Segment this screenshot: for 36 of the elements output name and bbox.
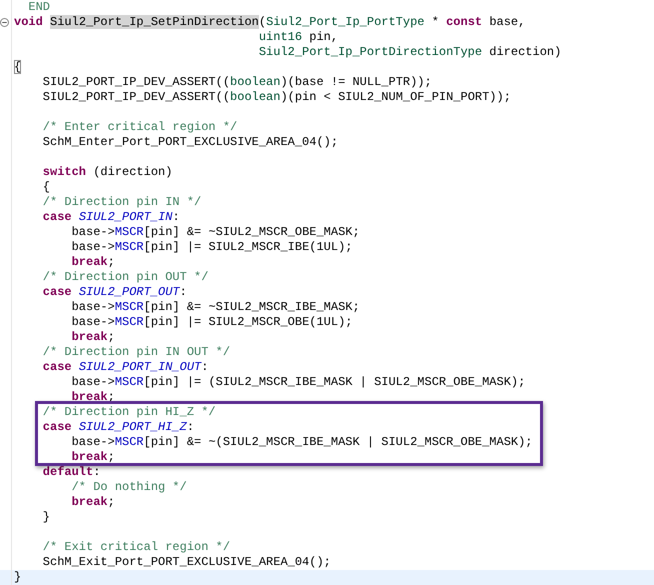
code-line: SIUL2_PORT_IP_DEV_ASSERT((boolean)(pin < SIUL2_NUM_OF_PIN_PORT));	[42, 90, 511, 105]
code-line: case SIUL2_PORT_IN:	[42, 210, 180, 225]
code-line: void Siul2_Port_Ip_SetPinDirection(Siul2_Port_Ip_PortType * const base,	[14, 15, 526, 30]
code-line: /* Enter critical region */	[42, 120, 238, 135]
code-line: END	[27, 0, 50, 15]
code-line: case SIUL2_PORT_IN_OUT:	[42, 360, 208, 375]
code-line: SIUL2_PORT_IP_DEV_ASSERT((boolean)(base != NULL_PTR));	[42, 75, 432, 90]
code-line: base->MSCR[pin] &= ~SIUL2_MSCR_IBE_MASK;	[70, 300, 360, 315]
code-line: base->MSCR[pin] &= ~SIUL2_MSCR_OBE_MASK;	[70, 225, 360, 240]
code-line: {	[42, 180, 50, 195]
code-line: base->MSCR[pin] |= (SIUL2_MSCR_IBE_MASK | SIUL2_MSCR_OBE_MASK);	[70, 375, 526, 390]
code-line: /* Direction pin IN OUT */	[42, 345, 230, 360]
code-line: /* Direction pin HI_Z */	[42, 405, 216, 420]
code-line: Siul2_Port_Ip_PortDirectionType direction)	[258, 45, 562, 60]
code-line: break;	[70, 255, 115, 270]
code-line: }	[14, 570, 22, 585]
code-line: break;	[70, 495, 115, 510]
code-line: base->MSCR[pin] &= ~(SIUL2_MSCR_IBE_MASK | SIUL2_MSCR_OBE_MASK);	[70, 435, 533, 450]
code-line: }	[42, 510, 50, 525]
code-line: switch (direction)	[42, 165, 172, 180]
code-line: case SIUL2_PORT_OUT:	[42, 285, 187, 300]
code-line: SchM_Enter_Port_PORT_EXCLUSIVE_AREA_04();	[42, 135, 338, 150]
code-line: base->MSCR[pin] |= SIUL2_MSCR_OBE(1UL);	[70, 315, 352, 330]
code-line: break;	[70, 330, 115, 345]
code-line: /* Direction pin IN */	[42, 195, 202, 210]
code-line: case SIUL2_PORT_HI_Z:	[42, 420, 194, 435]
code-line: default:	[42, 465, 100, 480]
code-line: uint16 pin,	[258, 30, 338, 45]
code-line: break;	[70, 450, 115, 465]
code-line: /* Direction pin OUT */	[42, 270, 208, 285]
code-line: base->MSCR[pin] |= SIUL2_MSCR_IBE(1UL);	[70, 240, 352, 255]
code-line: SchM_Exit_Port_PORT_EXCLUSIVE_AREA_04();	[42, 555, 331, 570]
code-line: /* Do nothing */	[70, 480, 187, 495]
code-line: /* Exit critical region */	[42, 540, 230, 555]
collapse-icon[interactable]	[0, 18, 9, 27]
code-line: {	[14, 60, 22, 75]
